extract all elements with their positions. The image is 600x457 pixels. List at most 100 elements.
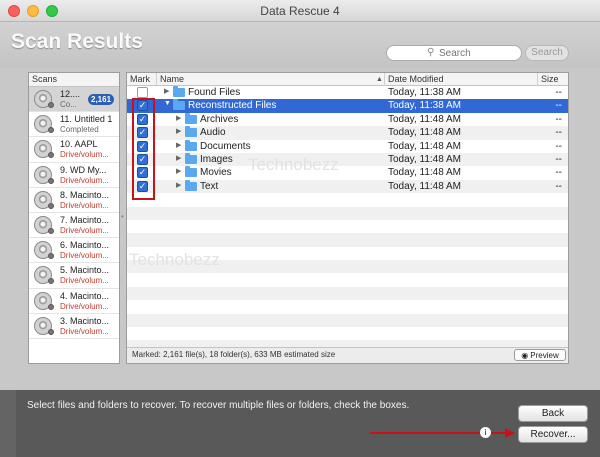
mark-checkbox[interactable]: ✓ <box>137 180 148 192</box>
file-size: -- <box>555 127 562 139</box>
scan-status: Drive/volum... <box>60 225 109 235</box>
empty-row <box>127 260 568 274</box>
hard-disk-icon <box>34 215 54 234</box>
table-row[interactable]: ✓ ▶ Archives Today, 11:48 AM -- <box>127 112 568 126</box>
scan-status: Drive/volum... <box>60 276 109 286</box>
preview-button[interactable]: ◉ Preview <box>514 349 566 361</box>
scan-status: Co... <box>60 100 77 109</box>
scan-item[interactable]: 9. WD My... Drive/volum... <box>29 163 119 188</box>
title-bar: Data Rescue 4 <box>0 0 600 22</box>
hard-disk-icon <box>34 165 54 184</box>
scan-item[interactable]: 8. Macinto... Drive/volum... <box>29 188 119 213</box>
scan-item[interactable]: 7. Macinto... Drive/volum... <box>29 213 119 239</box>
folder-icon <box>185 112 197 124</box>
disclosure-down-icon[interactable]: ▼ <box>164 100 171 107</box>
info-icon[interactable]: i <box>480 427 491 438</box>
files-table: Mark Name ▲ Date Modified Size ▶ Found Fi… <box>126 72 569 364</box>
file-size: -- <box>555 87 562 98</box>
mark-checkbox[interactable]: ✓ <box>137 167 148 179</box>
folder-icon <box>185 152 197 164</box>
column-size[interactable]: Size <box>541 73 559 86</box>
file-name: Audio <box>200 127 226 139</box>
scan-item[interactable]: 12.... Co... 2,161 <box>29 87 119 113</box>
scan-name: 6. Macinto... <box>60 240 110 251</box>
bottom-bar: Select files and folders to recover. To … <box>0 390 600 457</box>
scan-item[interactable]: 10. AAPL Drive/volum... <box>29 137 119 163</box>
folder-icon <box>185 139 197 151</box>
file-size: -- <box>555 140 562 152</box>
recover-button[interactable]: Recover... <box>518 426 588 443</box>
column-date-modified[interactable]: Date Modified <box>388 73 444 86</box>
bottom-bar-edge <box>0 390 16 457</box>
mark-checkbox[interactable]: ✓ <box>137 127 148 139</box>
table-row[interactable]: ✓ ▶ Audio Today, 11:48 AM -- <box>127 126 568 140</box>
disclosure-right-icon[interactable]: ▶ <box>176 127 181 135</box>
empty-row <box>127 206 568 220</box>
mark-checkbox[interactable]: ✓ <box>137 100 148 112</box>
splitter-handle[interactable]: • <box>121 212 124 221</box>
table-row[interactable]: ▶ Found Files Today, 11:38 AM -- <box>127 86 568 99</box>
scan-item[interactable]: 11. Untitled 1 Completed <box>29 112 119 138</box>
disclosure-right-icon[interactable]: ▶ <box>164 87 169 95</box>
file-name: Movies <box>200 167 232 179</box>
disclosure-right-icon[interactable]: ▶ <box>176 141 181 149</box>
scan-status: Completed <box>60 125 99 135</box>
scan-item[interactable]: 4. Macinto... Drive/volum... <box>29 289 119 314</box>
scan-name: 8. Macinto... <box>60 189 110 200</box>
scan-status: Drive/volum... <box>60 150 109 160</box>
file-name: Archives <box>200 113 239 125</box>
file-date: Today, 11:48 AM <box>388 167 462 179</box>
file-date: Today, 11:48 AM <box>388 140 462 152</box>
file-date: Today, 11:48 AM <box>388 180 462 192</box>
scan-status: Drive/volum... <box>60 326 109 336</box>
search-field[interactable]: ⚲ <box>386 45 522 61</box>
file-name: Found Files <box>188 87 241 98</box>
file-date: Today, 11:38 AM <box>388 87 462 98</box>
content-area: Scans 12.... Co... 2,161 11. Untitled 1 Comp… <box>0 68 600 390</box>
hard-disk-icon <box>34 190 54 209</box>
back-button[interactable]: Back <box>518 405 588 422</box>
scan-status: Drive/volum... <box>60 175 109 185</box>
table-row[interactable]: ✓ ▼ Reconstructed Files Today, 11:38 AM -- <box>127 99 568 113</box>
file-date: Today, 11:48 AM <box>388 153 462 165</box>
table-row[interactable]: ✓ ▶ Documents Today, 11:48 AM -- <box>127 139 568 153</box>
file-size: -- <box>555 100 562 112</box>
scan-item[interactable]: 6. Macinto... Drive/volum... <box>29 238 119 264</box>
file-name: Images <box>200 153 233 165</box>
scan-name: 11. Untitled 1 <box>60 114 113 125</box>
disclosure-right-icon[interactable]: ▶ <box>176 181 181 189</box>
column-name[interactable]: Name <box>160 73 184 86</box>
scan-name: 12.... <box>60 89 81 99</box>
scan-name: 10. AAPL <box>60 139 98 150</box>
scan-item[interactable]: 5. Macinto... Drive/volum... <box>29 263 119 289</box>
mark-checkbox[interactable] <box>137 87 148 98</box>
table-row[interactable]: ✓ ▶ Text Today, 11:48 AM -- <box>127 179 568 194</box>
search-input[interactable] <box>439 47 519 59</box>
scan-item[interactable]: 3. Macinto... Drive/volum... <box>29 314 119 339</box>
empty-row <box>127 313 568 328</box>
mark-checkbox[interactable]: ✓ <box>137 140 148 152</box>
search-button[interactable]: Search <box>525 45 569 61</box>
hard-disk-icon <box>34 140 54 159</box>
table-header: Mark Name ▲ Date Modified Size <box>127 73 568 86</box>
empty-row <box>127 300 568 313</box>
folder-icon <box>185 166 197 178</box>
header-bar: Scan Results ⚲ Search <box>0 22 600 68</box>
file-size: -- <box>555 180 562 192</box>
column-mark[interactable]: Mark <box>130 73 150 86</box>
scan-name: 7. Macinto... <box>60 214 110 225</box>
file-date: Today, 11:48 AM <box>388 113 462 125</box>
disclosure-right-icon[interactable]: ▶ <box>176 154 181 162</box>
empty-row <box>127 247 568 260</box>
table-row[interactable]: ✓ ▶ Images Today, 11:48 AM -- <box>127 152 568 167</box>
mark-checkbox[interactable]: ✓ <box>137 153 148 165</box>
file-rows: ▶ Found Files Today, 11:38 AM -- ✓ ▼ Reconstru… <box>127 86 568 363</box>
empty-row <box>127 193 568 206</box>
hard-disk-icon <box>34 316 54 335</box>
disclosure-right-icon[interactable]: ▶ <box>176 114 181 122</box>
sort-ascending-icon: ▲ <box>376 76 383 83</box>
disclosure-right-icon[interactable]: ▶ <box>176 167 181 175</box>
mark-checkbox[interactable]: ✓ <box>137 113 148 125</box>
table-row[interactable]: ✓ ▶ Movies Today, 11:48 AM -- <box>127 166 568 179</box>
hard-disk-icon <box>34 266 54 285</box>
